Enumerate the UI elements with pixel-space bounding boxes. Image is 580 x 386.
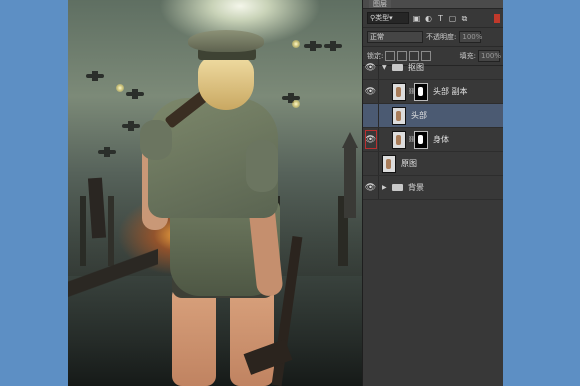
layer-thumbnail xyxy=(392,130,406,149)
disclosure-closed-icon[interactable]: ▶ xyxy=(382,184,388,191)
smart-object-filter-icon[interactable]: ⧉ xyxy=(460,14,469,23)
panel-tab-bar: 图层 xyxy=(363,0,504,9)
filter-kind-label: 类型 xyxy=(375,14,390,22)
layer-name: 头部 xyxy=(411,111,427,120)
filter-kind-select[interactable]: ⚲ 类型 ▾ xyxy=(367,12,409,24)
layer-name: 背景 xyxy=(408,183,424,192)
eye-icon[interactable]: 👁 xyxy=(363,128,379,151)
layer-thumbnail xyxy=(382,154,396,173)
layer-thumbnail xyxy=(392,82,406,101)
blend-opacity-row: 正常 不透明度: 100% xyxy=(363,28,504,47)
layers-list: 👁 ▼ 抠图 👁 ⛓ 头部 副本 头部 👁 ⛓ 身体 原图 👁 ▶ 背景 xyxy=(363,56,504,200)
figure-leg xyxy=(172,286,216,386)
layer-name: 原图 xyxy=(401,159,417,168)
eye-icon[interactable]: 👁 xyxy=(363,176,379,199)
eye-icon[interactable]: 👁 xyxy=(363,56,379,79)
layer-name: 头部 副本 xyxy=(433,87,468,96)
layer-row-group[interactable]: 👁 ▼ 抠图 xyxy=(363,56,504,80)
type-filter-icon[interactable]: T xyxy=(436,14,445,23)
eye-icon[interactable]: 👁 xyxy=(363,80,379,103)
filter-toggle[interactable] xyxy=(494,13,500,23)
canvas-soldier-figure xyxy=(68,0,362,386)
figure-cap xyxy=(188,30,264,52)
workspace-background xyxy=(503,0,580,386)
layer-row[interactable]: 原图 xyxy=(363,152,504,176)
opacity-input[interactable]: 100% xyxy=(459,31,482,43)
adjustment-filter-icon[interactable]: ◐ xyxy=(424,14,433,23)
layer-row-group[interactable]: 👁 ▶ 背景 xyxy=(363,176,504,200)
figure-sleeve xyxy=(140,120,172,160)
layer-row-selected[interactable]: 头部 xyxy=(363,104,504,128)
layer-row[interactable]: 👁 ⛓ 头部 副本 xyxy=(363,80,504,104)
disclosure-open-icon[interactable]: ▼ xyxy=(382,64,388,71)
layer-filter-row: ⚲ 类型 ▾ ▣ ◐ T ▢ ⧉ xyxy=(363,9,504,28)
blend-mode-select[interactable]: 正常 xyxy=(367,31,423,43)
document-canvas[interactable] xyxy=(68,0,362,386)
chevron-down-icon: ▾ xyxy=(389,14,393,22)
figure-sleeve xyxy=(246,140,278,192)
eye-hidden-slot[interactable] xyxy=(363,152,379,175)
folder-icon xyxy=(392,64,403,71)
link-icon[interactable]: ⛓ xyxy=(408,88,416,95)
layer-name: 身体 xyxy=(433,135,449,144)
layer-name: 抠图 xyxy=(408,63,424,72)
folder-icon xyxy=(392,184,403,191)
layer-row[interactable]: 👁 ⛓ 身体 xyxy=(363,128,504,152)
figure-hair xyxy=(198,56,254,110)
eye-hidden-slot[interactable] xyxy=(363,104,379,127)
layer-mask-thumbnail[interactable] xyxy=(414,130,428,149)
pixel-filter-icon[interactable]: ▣ xyxy=(412,14,421,23)
layer-thumbnail xyxy=(392,106,406,125)
layer-mask-thumbnail[interactable] xyxy=(414,82,428,101)
tab-layers[interactable]: 图层 xyxy=(369,0,391,8)
link-icon[interactable]: ⛓ xyxy=(408,136,416,143)
shape-filter-icon[interactable]: ▢ xyxy=(448,14,457,23)
layers-panel: 图层 ⚲ 类型 ▾ ▣ ◐ T ▢ ⧉ 正常 不透明度: 100% 锁定: 填充… xyxy=(362,0,504,386)
opacity-label: 不透明度: xyxy=(426,33,457,41)
